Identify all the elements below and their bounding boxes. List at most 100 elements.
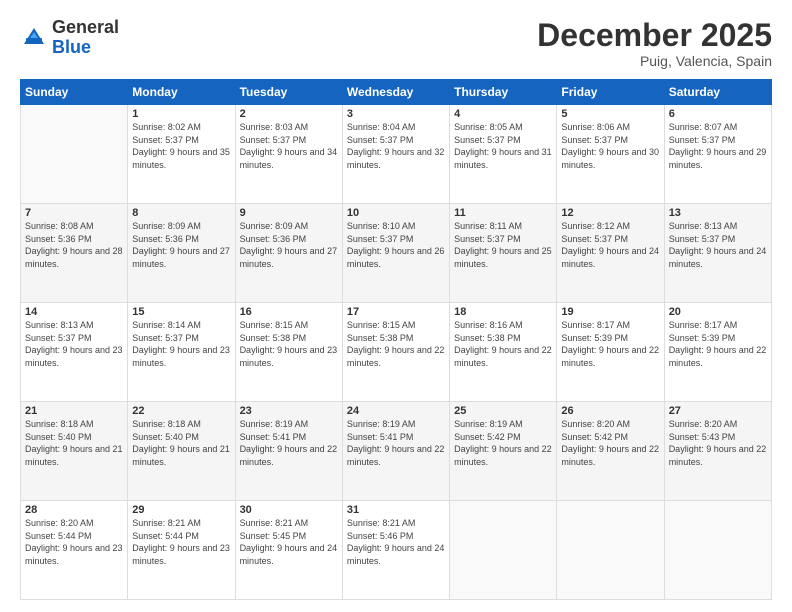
calendar-week-4: 21Sunrise: 8:18 AMSunset: 5:40 PMDayligh… bbox=[21, 402, 772, 501]
day-number: 4 bbox=[454, 108, 552, 120]
logo-general: General bbox=[52, 17, 119, 37]
weekday-header-row: SundayMondayTuesdayWednesdayThursdayFrid… bbox=[21, 80, 772, 105]
day-number: 8 bbox=[132, 207, 230, 219]
calendar-cell: 30Sunrise: 8:21 AMSunset: 5:45 PMDayligh… bbox=[235, 501, 342, 600]
calendar-cell bbox=[557, 501, 664, 600]
day-detail: Sunrise: 8:21 AMSunset: 5:45 PMDaylight:… bbox=[240, 517, 338, 567]
day-number: 9 bbox=[240, 207, 338, 219]
calendar-cell bbox=[21, 105, 128, 204]
calendar-body: 1Sunrise: 8:02 AMSunset: 5:37 PMDaylight… bbox=[21, 105, 772, 600]
calendar-cell: 16Sunrise: 8:15 AMSunset: 5:38 PMDayligh… bbox=[235, 303, 342, 402]
day-number: 29 bbox=[132, 504, 230, 516]
calendar-cell: 4Sunrise: 8:05 AMSunset: 5:37 PMDaylight… bbox=[450, 105, 557, 204]
day-number: 2 bbox=[240, 108, 338, 120]
calendar-cell: 12Sunrise: 8:12 AMSunset: 5:37 PMDayligh… bbox=[557, 204, 664, 303]
calendar-week-2: 7Sunrise: 8:08 AMSunset: 5:36 PMDaylight… bbox=[21, 204, 772, 303]
day-detail: Sunrise: 8:19 AMSunset: 5:41 PMDaylight:… bbox=[347, 418, 445, 468]
day-detail: Sunrise: 8:17 AMSunset: 5:39 PMDaylight:… bbox=[669, 319, 767, 369]
day-detail: Sunrise: 8:09 AMSunset: 5:36 PMDaylight:… bbox=[240, 220, 338, 270]
calendar-cell: 25Sunrise: 8:19 AMSunset: 5:42 PMDayligh… bbox=[450, 402, 557, 501]
calendar-cell: 1Sunrise: 8:02 AMSunset: 5:37 PMDaylight… bbox=[128, 105, 235, 204]
day-number: 1 bbox=[132, 108, 230, 120]
day-detail: Sunrise: 8:17 AMSunset: 5:39 PMDaylight:… bbox=[561, 319, 659, 369]
day-number: 6 bbox=[669, 108, 767, 120]
day-detail: Sunrise: 8:04 AMSunset: 5:37 PMDaylight:… bbox=[347, 121, 445, 171]
day-detail: Sunrise: 8:20 AMSunset: 5:42 PMDaylight:… bbox=[561, 418, 659, 468]
calendar-cell: 2Sunrise: 8:03 AMSunset: 5:37 PMDaylight… bbox=[235, 105, 342, 204]
day-number: 31 bbox=[347, 504, 445, 516]
calendar-week-5: 28Sunrise: 8:20 AMSunset: 5:44 PMDayligh… bbox=[21, 501, 772, 600]
calendar-cell: 19Sunrise: 8:17 AMSunset: 5:39 PMDayligh… bbox=[557, 303, 664, 402]
day-number: 22 bbox=[132, 405, 230, 417]
day-number: 17 bbox=[347, 306, 445, 318]
header: General Blue December 2025 Puig, Valenci… bbox=[20, 18, 772, 69]
day-number: 12 bbox=[561, 207, 659, 219]
day-number: 23 bbox=[240, 405, 338, 417]
calendar-cell: 23Sunrise: 8:19 AMSunset: 5:41 PMDayligh… bbox=[235, 402, 342, 501]
calendar-week-3: 14Sunrise: 8:13 AMSunset: 5:37 PMDayligh… bbox=[21, 303, 772, 402]
calendar-cell: 20Sunrise: 8:17 AMSunset: 5:39 PMDayligh… bbox=[664, 303, 771, 402]
day-number: 26 bbox=[561, 405, 659, 417]
day-detail: Sunrise: 8:16 AMSunset: 5:38 PMDaylight:… bbox=[454, 319, 552, 369]
day-detail: Sunrise: 8:12 AMSunset: 5:37 PMDaylight:… bbox=[561, 220, 659, 270]
calendar-cell bbox=[664, 501, 771, 600]
weekday-header-friday: Friday bbox=[557, 80, 664, 105]
month-title: December 2025 bbox=[537, 18, 772, 53]
day-number: 5 bbox=[561, 108, 659, 120]
calendar-cell: 7Sunrise: 8:08 AMSunset: 5:36 PMDaylight… bbox=[21, 204, 128, 303]
logo-blue: Blue bbox=[52, 37, 91, 57]
calendar-cell bbox=[450, 501, 557, 600]
calendar-cell: 8Sunrise: 8:09 AMSunset: 5:36 PMDaylight… bbox=[128, 204, 235, 303]
day-number: 30 bbox=[240, 504, 338, 516]
calendar-cell: 18Sunrise: 8:16 AMSunset: 5:38 PMDayligh… bbox=[450, 303, 557, 402]
day-number: 28 bbox=[25, 504, 123, 516]
calendar-cell: 27Sunrise: 8:20 AMSunset: 5:43 PMDayligh… bbox=[664, 402, 771, 501]
weekday-header-sunday: Sunday bbox=[21, 80, 128, 105]
day-number: 10 bbox=[347, 207, 445, 219]
day-detail: Sunrise: 8:09 AMSunset: 5:36 PMDaylight:… bbox=[132, 220, 230, 270]
calendar-cell: 5Sunrise: 8:06 AMSunset: 5:37 PMDaylight… bbox=[557, 105, 664, 204]
calendar-cell: 6Sunrise: 8:07 AMSunset: 5:37 PMDaylight… bbox=[664, 105, 771, 204]
calendar-cell: 28Sunrise: 8:20 AMSunset: 5:44 PMDayligh… bbox=[21, 501, 128, 600]
day-detail: Sunrise: 8:06 AMSunset: 5:37 PMDaylight:… bbox=[561, 121, 659, 171]
day-number: 7 bbox=[25, 207, 123, 219]
logo-text: General Blue bbox=[52, 18, 119, 58]
day-number: 16 bbox=[240, 306, 338, 318]
day-detail: Sunrise: 8:07 AMSunset: 5:37 PMDaylight:… bbox=[669, 121, 767, 171]
calendar-cell: 11Sunrise: 8:11 AMSunset: 5:37 PMDayligh… bbox=[450, 204, 557, 303]
day-number: 13 bbox=[669, 207, 767, 219]
day-detail: Sunrise: 8:20 AMSunset: 5:43 PMDaylight:… bbox=[669, 418, 767, 468]
day-number: 14 bbox=[25, 306, 123, 318]
day-detail: Sunrise: 8:03 AMSunset: 5:37 PMDaylight:… bbox=[240, 121, 338, 171]
weekday-header-thursday: Thursday bbox=[450, 80, 557, 105]
day-number: 11 bbox=[454, 207, 552, 219]
day-detail: Sunrise: 8:11 AMSunset: 5:37 PMDaylight:… bbox=[454, 220, 552, 270]
day-detail: Sunrise: 8:05 AMSunset: 5:37 PMDaylight:… bbox=[454, 121, 552, 171]
calendar-cell: 29Sunrise: 8:21 AMSunset: 5:44 PMDayligh… bbox=[128, 501, 235, 600]
location: Puig, Valencia, Spain bbox=[537, 53, 772, 69]
page: General Blue December 2025 Puig, Valenci… bbox=[0, 0, 792, 612]
logo-icon bbox=[20, 24, 48, 52]
calendar-cell: 15Sunrise: 8:14 AMSunset: 5:37 PMDayligh… bbox=[128, 303, 235, 402]
calendar-cell: 26Sunrise: 8:20 AMSunset: 5:42 PMDayligh… bbox=[557, 402, 664, 501]
day-number: 18 bbox=[454, 306, 552, 318]
day-detail: Sunrise: 8:02 AMSunset: 5:37 PMDaylight:… bbox=[132, 121, 230, 171]
day-detail: Sunrise: 8:13 AMSunset: 5:37 PMDaylight:… bbox=[25, 319, 123, 369]
day-detail: Sunrise: 8:21 AMSunset: 5:46 PMDaylight:… bbox=[347, 517, 445, 567]
calendar-cell: 17Sunrise: 8:15 AMSunset: 5:38 PMDayligh… bbox=[342, 303, 449, 402]
calendar-cell: 31Sunrise: 8:21 AMSunset: 5:46 PMDayligh… bbox=[342, 501, 449, 600]
weekday-header-wednesday: Wednesday bbox=[342, 80, 449, 105]
day-detail: Sunrise: 8:20 AMSunset: 5:44 PMDaylight:… bbox=[25, 517, 123, 567]
day-detail: Sunrise: 8:18 AMSunset: 5:40 PMDaylight:… bbox=[132, 418, 230, 468]
day-detail: Sunrise: 8:15 AMSunset: 5:38 PMDaylight:… bbox=[347, 319, 445, 369]
day-detail: Sunrise: 8:21 AMSunset: 5:44 PMDaylight:… bbox=[132, 517, 230, 567]
calendar-cell: 14Sunrise: 8:13 AMSunset: 5:37 PMDayligh… bbox=[21, 303, 128, 402]
calendar-cell: 22Sunrise: 8:18 AMSunset: 5:40 PMDayligh… bbox=[128, 402, 235, 501]
calendar-cell: 13Sunrise: 8:13 AMSunset: 5:37 PMDayligh… bbox=[664, 204, 771, 303]
day-detail: Sunrise: 8:18 AMSunset: 5:40 PMDaylight:… bbox=[25, 418, 123, 468]
day-detail: Sunrise: 8:10 AMSunset: 5:37 PMDaylight:… bbox=[347, 220, 445, 270]
calendar-cell: 9Sunrise: 8:09 AMSunset: 5:36 PMDaylight… bbox=[235, 204, 342, 303]
weekday-header-saturday: Saturday bbox=[664, 80, 771, 105]
day-number: 3 bbox=[347, 108, 445, 120]
day-number: 15 bbox=[132, 306, 230, 318]
